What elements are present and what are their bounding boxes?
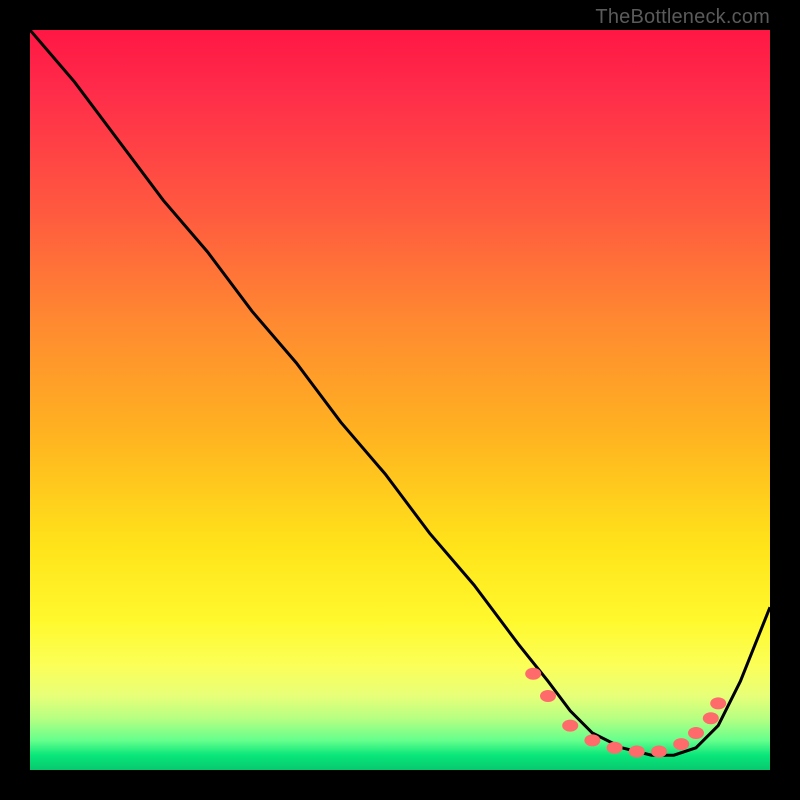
marker-dot (703, 712, 719, 724)
marker-dot (607, 742, 623, 754)
chart-frame: TheBottleneck.com (0, 0, 800, 800)
marker-dot (525, 668, 541, 680)
curve-svg (30, 30, 770, 770)
plot-area (30, 30, 770, 770)
marker-dot (540, 690, 556, 702)
marker-dot (629, 746, 645, 758)
marker-dot (562, 720, 578, 732)
markers-group (525, 668, 726, 758)
marker-dot (688, 727, 704, 739)
marker-dot (673, 738, 689, 750)
marker-dot (584, 734, 600, 746)
bottleneck-curve (30, 30, 770, 755)
marker-dot (651, 746, 667, 758)
marker-dot (710, 697, 726, 709)
watermark-text: TheBottleneck.com (595, 6, 770, 29)
